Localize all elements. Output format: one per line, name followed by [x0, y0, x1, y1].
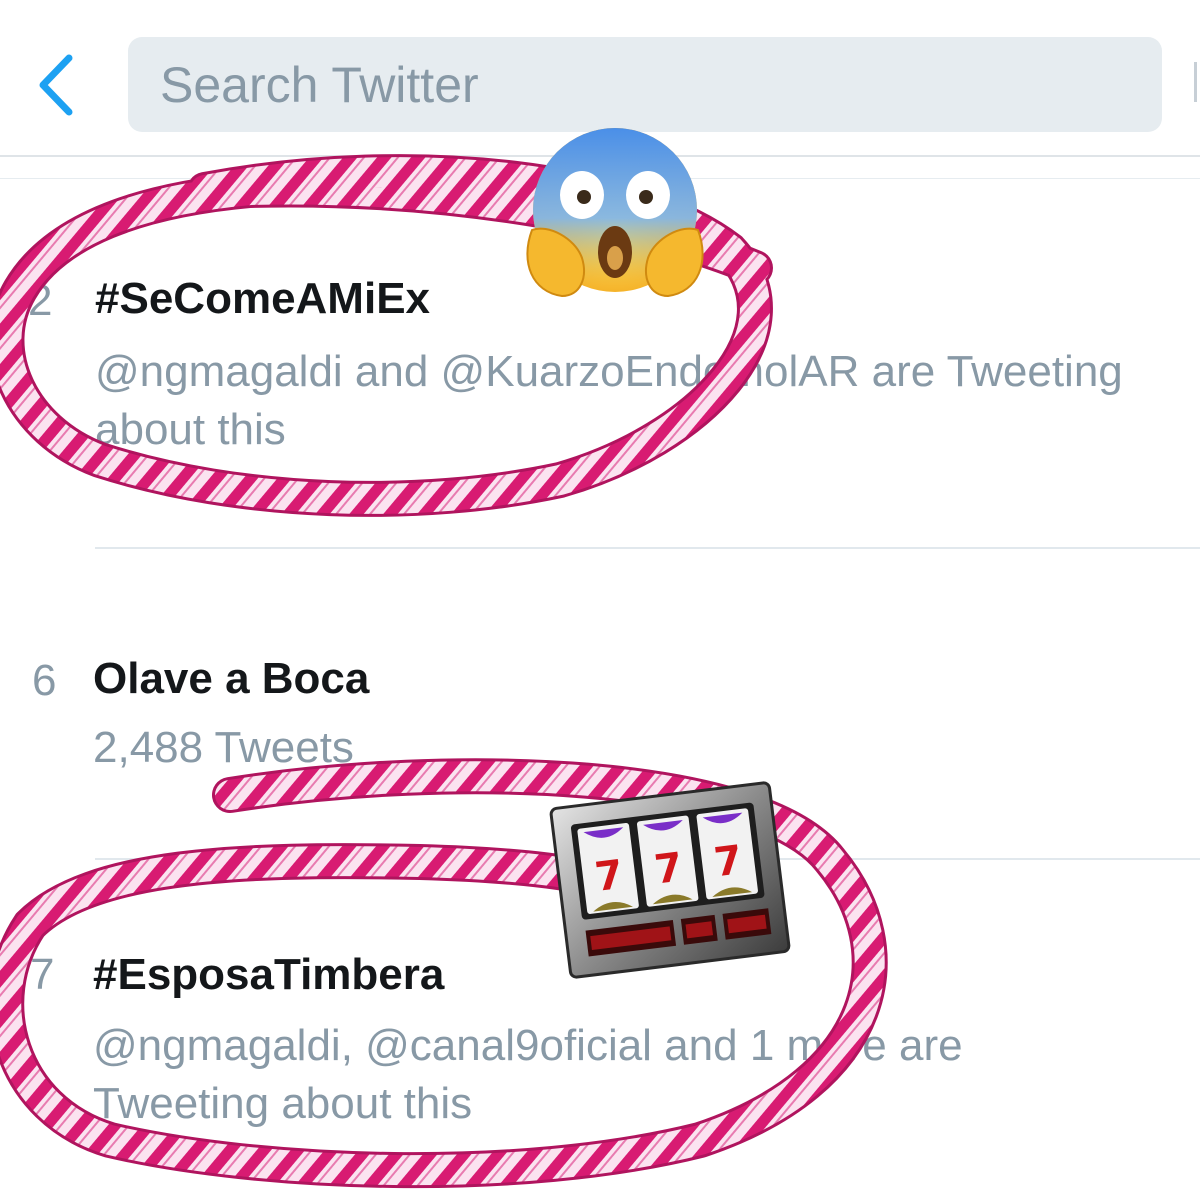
- trend-context: @ngmagaldi, @canal9oficial and 1 more ar…: [93, 1017, 963, 1133]
- trend-title: #SeComeAMiEx: [95, 274, 431, 323]
- trend-context-line: @ngmagaldi, @canal9oficial and 1 more ar…: [93, 1021, 963, 1070]
- trend-context-line: @ngmagaldi and @KuarzoEndemolAR are Twee…: [95, 347, 1123, 396]
- trend-context-line: 2,488 Tweets: [93, 723, 354, 772]
- trend-rank: 7: [30, 950, 55, 999]
- trend-context-line: Tweeting about this: [93, 1079, 473, 1128]
- trend-title: #EsposaTimbera: [93, 950, 445, 999]
- search-field[interactable]: [128, 37, 1162, 132]
- trend-context: @ngmagaldi and @KuarzoEndemolAR are Twee…: [95, 343, 1123, 459]
- search-header: [0, 0, 1200, 157]
- trend-rank: 6: [32, 656, 57, 705]
- edge-fragment: [1194, 62, 1197, 102]
- trend-title: Olave a Boca: [93, 654, 370, 703]
- trend-item-3[interactable]: 7 #EsposaTimbera @ngmagaldi, @canal9ofic…: [0, 860, 1200, 1200]
- trend-context: 2,488 Tweets: [93, 719, 354, 777]
- trend-rank: 2: [28, 276, 53, 325]
- search-input[interactable]: [158, 54, 1162, 115]
- trend-item-2[interactable]: 6 Olave a Boca 2,488 Tweets: [0, 549, 1200, 859]
- separator: [0, 178, 1200, 179]
- chevron-left-icon: [39, 54, 73, 116]
- trend-context-line: about this: [95, 405, 286, 454]
- back-button[interactable]: [30, 50, 80, 120]
- trend-item-1[interactable]: 2 #SeComeAMiEx @ngmagaldi and @KuarzoEnd…: [0, 180, 1200, 548]
